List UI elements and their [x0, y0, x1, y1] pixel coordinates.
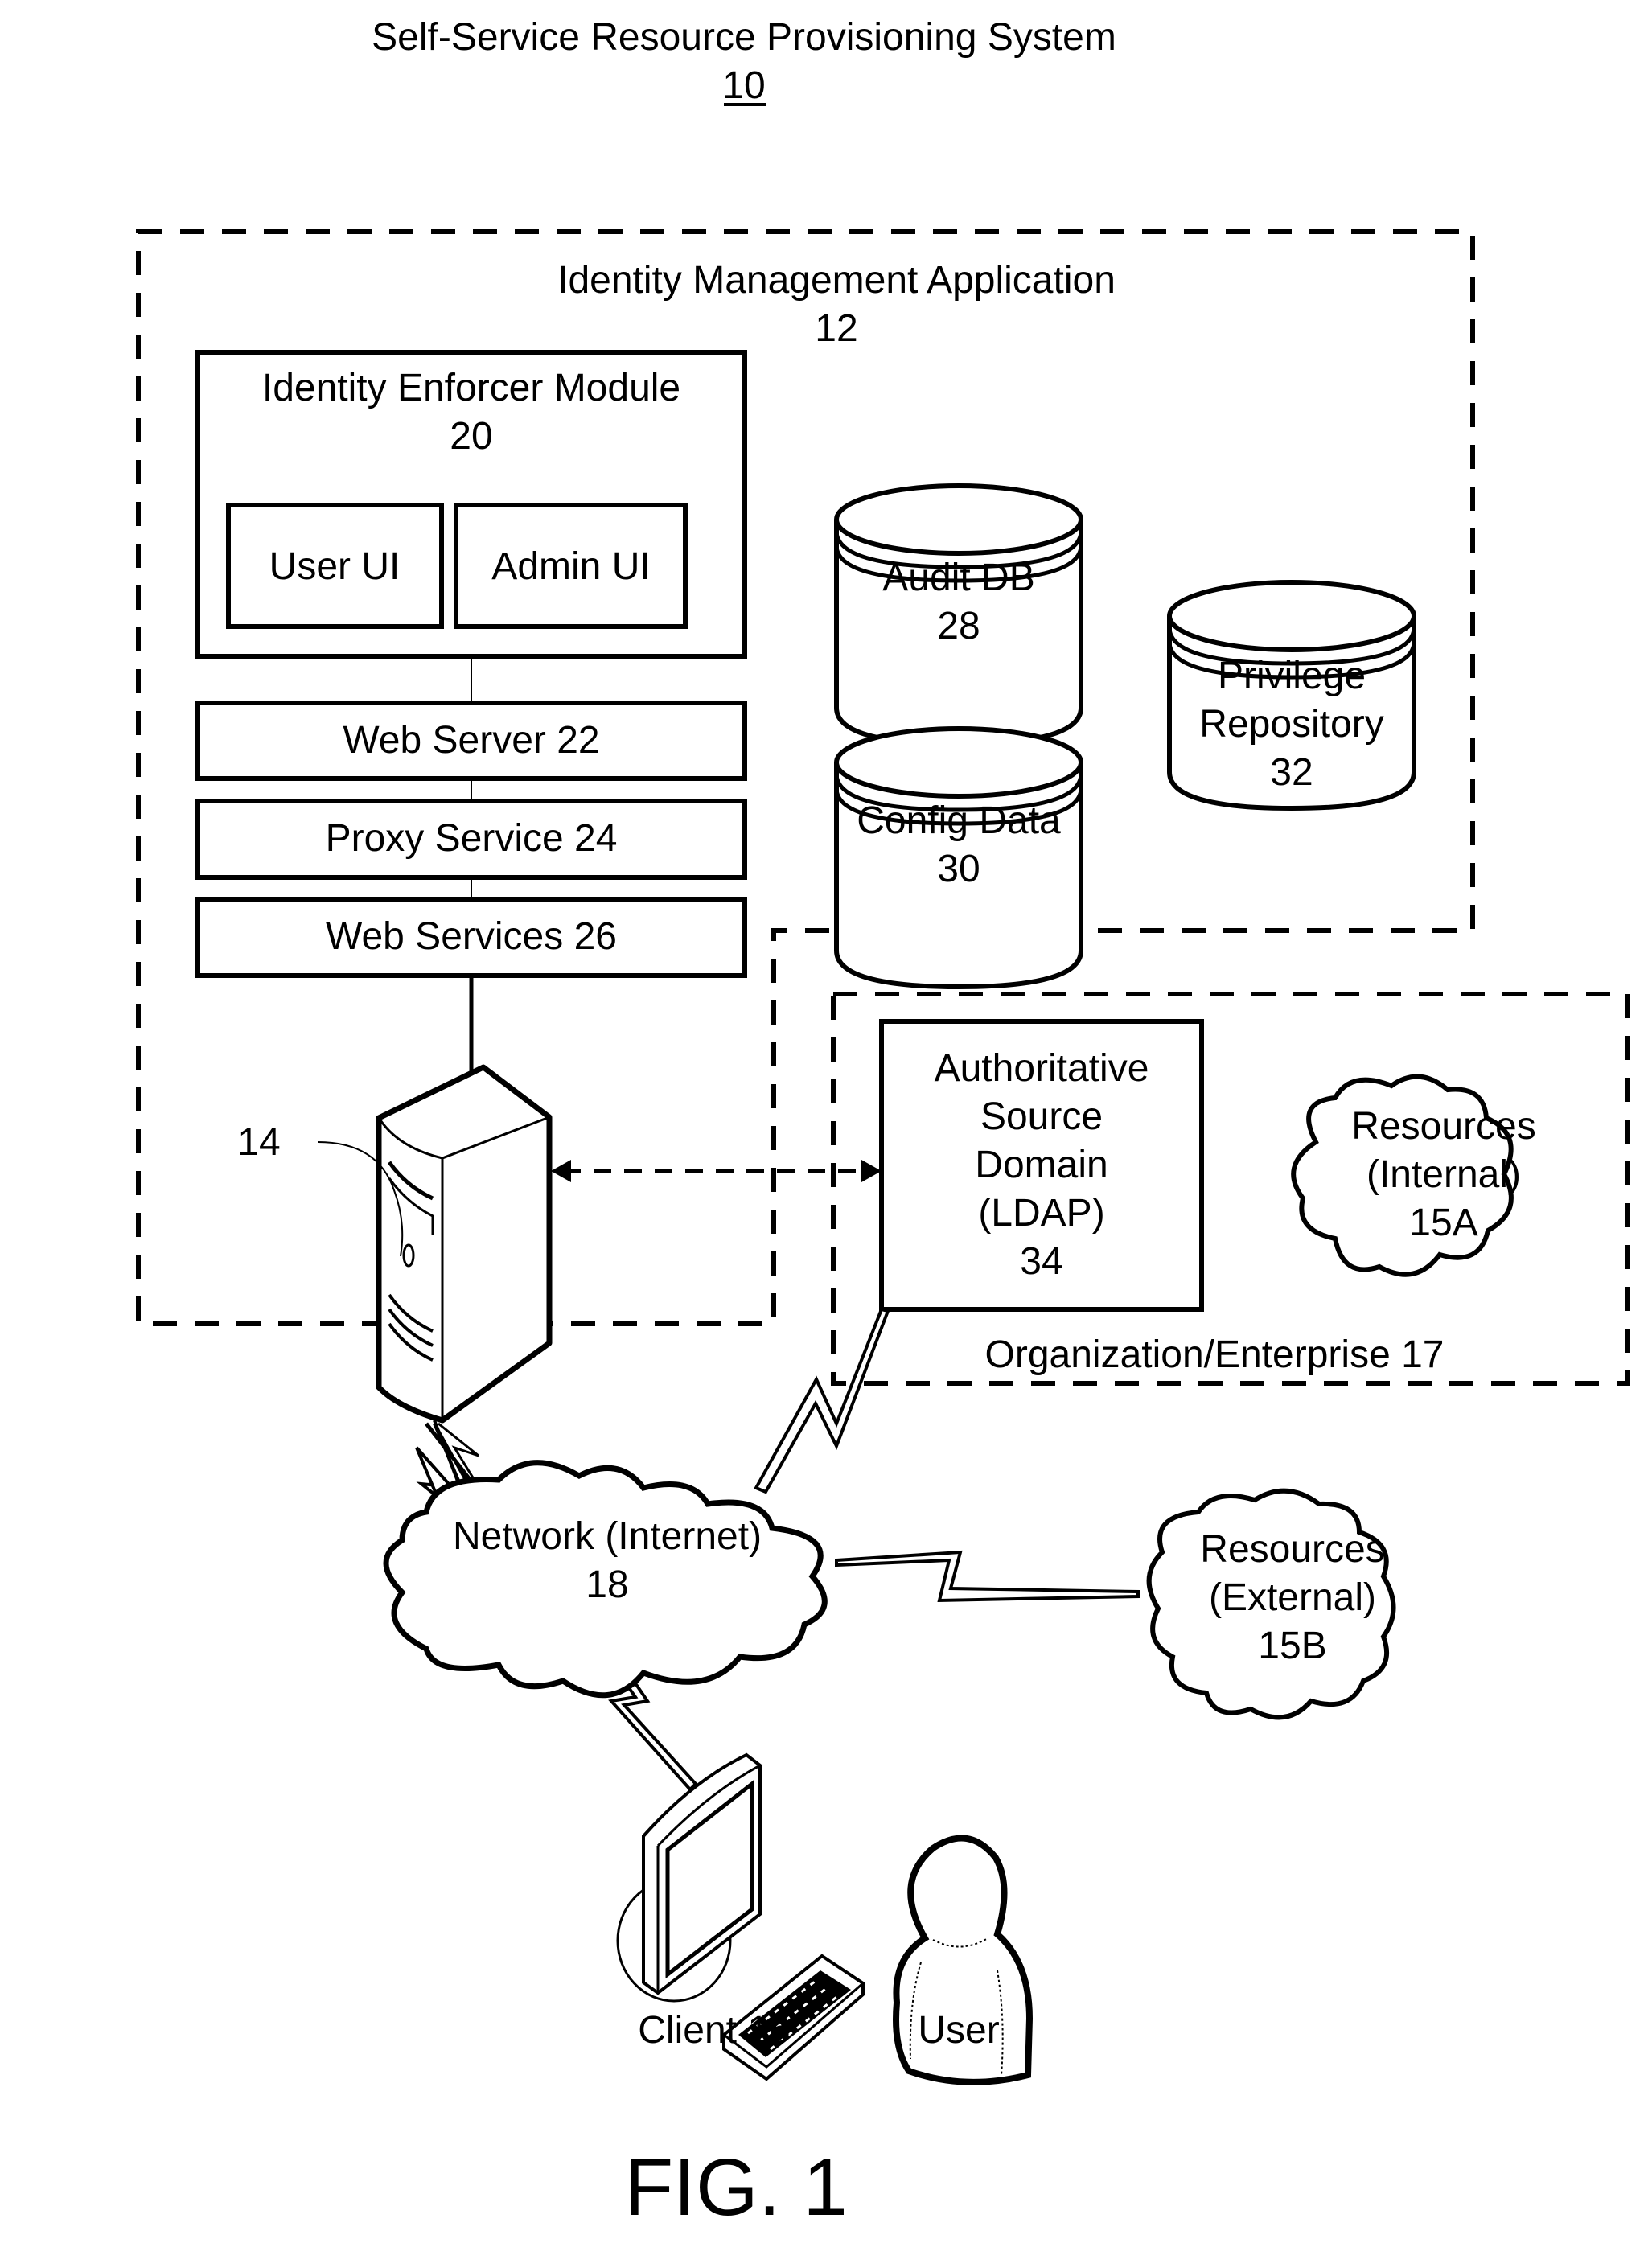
diagram-ref-10: 10 [722, 64, 765, 107]
user-ui-label: User UI [269, 545, 401, 588]
ldap-line-4: (LDAP) [978, 1192, 1104, 1235]
config-data-cylinder: Config Data 30 [834, 726, 1083, 990]
res-internal-line-1: Resources [1351, 1105, 1535, 1148]
privilege-label-2: Repository [1199, 703, 1383, 746]
iem-label: Identity Enforcer Module [262, 367, 680, 409]
network-internet-cloud: Network (Internet) 18 [383, 1460, 828, 1699]
network-label: Network (Internet) [453, 1515, 762, 1558]
system-diagram: Self-Service Resource Provisioning Syste… [136, 16, 1630, 2233]
res-external-line-1: Resources [1200, 1528, 1384, 1571]
audit-db-label: Audit DB [882, 557, 1034, 599]
server-ref: 14 [237, 1121, 280, 1164]
privilege-label-1: Privilege [1218, 655, 1366, 697]
network-ref: 18 [586, 1563, 628, 1606]
res-internal-ref: 15A [1409, 1202, 1477, 1244]
arrowhead-right [861, 1160, 882, 1182]
config-data-ref: 30 [937, 848, 980, 890]
res-external-ref: 15B [1258, 1625, 1326, 1667]
iem-ref: 20 [450, 415, 492, 458]
network-external-bolt [835, 1550, 1140, 1603]
resources-internal-cloud: Resources (Internal) 15A [1291, 1074, 1536, 1277]
proxy-service-box: Proxy Service 24 [195, 799, 747, 880]
admin-ui-label: Admin UI [491, 545, 650, 588]
web-services-box: Web Services 26 [195, 897, 747, 978]
ima-ref: 12 [815, 307, 857, 350]
config-data-label: Config Data [857, 799, 1061, 842]
ldap-line-2: Source [980, 1095, 1103, 1138]
figure-caption: FIG. 1 [624, 2143, 848, 2233]
res-external-line-2: (External) [1209, 1576, 1376, 1619]
proxy-service-label: Proxy Service 24 [326, 817, 618, 860]
ldap-line-3: Domain [975, 1144, 1108, 1186]
privilege-repository-cylinder: Privilege Repository 32 [1167, 580, 1416, 811]
client-label: Client 16 [638, 2009, 790, 2052]
arrowhead-left [551, 1160, 571, 1182]
ldap-network-bolt [754, 1307, 890, 1494]
privilege-ref: 32 [1270, 751, 1313, 794]
audit-db-ref: 28 [937, 605, 980, 647]
ldap-line-1: Authoritative [935, 1047, 1149, 1090]
user-label: User [918, 2009, 999, 2052]
ldap-ref: 34 [1020, 1240, 1062, 1283]
ima-label: Identity Management Application [557, 259, 1116, 302]
organization-label: Organization/Enterprise 17 [985, 1333, 1445, 1376]
web-server-box: Web Server 22 [195, 701, 747, 781]
web-server-label: Web Server 22 [343, 719, 599, 762]
audit-db-cylinder: Audit DB 28 [834, 483, 1083, 747]
server-icon [376, 1064, 553, 1424]
diagram-title: Self-Service Resource Provisioning Syste… [372, 16, 1116, 59]
authoritative-source-ldap-box: Authoritative Source Domain (LDAP) 34 [879, 1019, 1204, 1312]
resources-external-cloud: Resources (External) 15B [1146, 1488, 1396, 1720]
res-internal-line-2: (Internal) [1366, 1153, 1521, 1196]
identity-enforcer-module: Identity Enforcer Module 20 User UI Admi… [195, 350, 747, 659]
web-services-label: Web Services 26 [326, 915, 617, 958]
